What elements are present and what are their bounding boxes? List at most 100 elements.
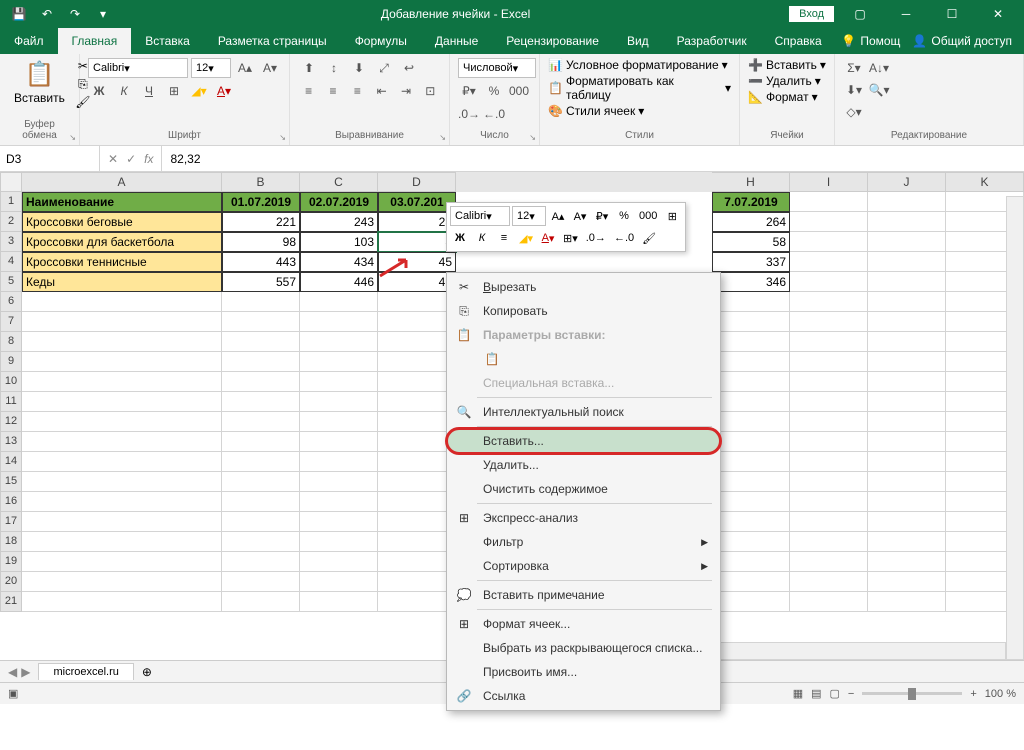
cell[interactable] — [712, 452, 790, 472]
number-format-select[interactable]: Числовой ▾ — [458, 58, 536, 78]
cell[interactable] — [790, 212, 868, 232]
row-header[interactable]: 13 — [0, 432, 22, 452]
cell[interactable] — [790, 572, 868, 592]
menu-comment[interactable]: 💭Вставить примечание — [447, 583, 720, 607]
sheet-prev-icon[interactable]: ◀ — [8, 665, 17, 679]
cell[interactable] — [868, 572, 946, 592]
cell[interactable] — [712, 352, 790, 372]
cell[interactable] — [22, 412, 222, 432]
cell[interactable] — [868, 392, 946, 412]
tab-file[interactable]: Файл — [0, 28, 58, 54]
cell[interactable] — [300, 472, 378, 492]
cell[interactable] — [222, 452, 300, 472]
cell[interactable]: Кеды — [22, 272, 222, 292]
border-icon[interactable]: ⊞ — [163, 81, 185, 101]
menu-delete[interactable]: Удалить... — [447, 453, 720, 477]
fx-icon[interactable]: fx — [144, 152, 153, 166]
cell[interactable] — [712, 332, 790, 352]
currency-icon[interactable]: ₽▾ — [458, 81, 480, 101]
grow-font-icon[interactable]: A▴ — [234, 58, 256, 78]
cell[interactable] — [378, 492, 456, 512]
find-icon[interactable]: 🔍▾ — [868, 80, 890, 100]
row-header[interactable]: 18 — [0, 532, 22, 552]
align-middle-icon[interactable]: ↕ — [323, 58, 345, 78]
orientation-icon[interactable]: ⤢ — [373, 58, 395, 78]
cell[interactable] — [790, 332, 868, 352]
cell[interactable] — [222, 332, 300, 352]
save-icon[interactable]: 💾 — [6, 2, 32, 26]
cell[interactable] — [300, 292, 378, 312]
cells-format-button[interactable]: 📐 Формат ▾ — [748, 90, 826, 104]
clear-icon[interactable]: ◇▾ — [843, 102, 865, 122]
mini-dec-decimal-icon[interactable]: ←.0 — [611, 228, 637, 248]
cell[interactable] — [868, 492, 946, 512]
cell[interactable]: 02.07.2019 — [300, 192, 378, 212]
alignment-launcher[interactable]: ↘ — [439, 133, 446, 142]
cell[interactable] — [300, 352, 378, 372]
cell[interactable]: 7.07.2019 — [712, 192, 790, 212]
cell[interactable] — [790, 372, 868, 392]
menu-define-name[interactable]: Присвоить имя... — [447, 660, 720, 684]
cell[interactable] — [712, 392, 790, 412]
cell[interactable] — [790, 432, 868, 452]
decrease-decimal-icon[interactable]: ←.0 — [483, 104, 505, 124]
autosum-icon[interactable]: Σ▾ — [843, 58, 865, 78]
cell[interactable] — [712, 312, 790, 332]
view-normal-icon[interactable]: ▦ — [793, 687, 803, 700]
font-launcher[interactable]: ↘ — [279, 133, 286, 142]
cell[interactable] — [868, 212, 946, 232]
col-header[interactable]: C — [300, 172, 378, 192]
cell[interactable] — [712, 292, 790, 312]
cell[interactable] — [712, 572, 790, 592]
menu-format-cells[interactable]: ⊞Формат ячеек... — [447, 612, 720, 636]
row-header[interactable]: 7 — [0, 312, 22, 332]
bold-icon[interactable]: Ж — [88, 81, 110, 101]
cell[interactable] — [868, 412, 946, 432]
cell[interactable] — [300, 552, 378, 572]
ribbon-display-icon[interactable]: ▢ — [840, 0, 880, 28]
cell[interactable] — [300, 372, 378, 392]
cell[interactable] — [378, 572, 456, 592]
cell[interactable] — [22, 432, 222, 452]
cell[interactable]: 23 — [378, 212, 456, 232]
cell[interactable] — [222, 412, 300, 432]
cell[interactable]: 01.07.2019 — [222, 192, 300, 212]
clipboard-launcher[interactable]: ↘ — [69, 133, 76, 142]
cell[interactable] — [300, 332, 378, 352]
row-header[interactable]: 14 — [0, 452, 22, 472]
tab-help[interactable]: Справка — [761, 28, 836, 54]
view-pagebreak-icon[interactable]: ▢ — [830, 687, 840, 700]
cell[interactable] — [222, 492, 300, 512]
cell[interactable] — [22, 372, 222, 392]
cell[interactable] — [300, 432, 378, 452]
cell[interactable] — [868, 552, 946, 572]
cell[interactable]: 103 — [300, 232, 378, 252]
cell[interactable] — [300, 492, 378, 512]
row-header[interactable]: 20 — [0, 572, 22, 592]
cell[interactable] — [222, 312, 300, 332]
mini-fontcolor-icon[interactable]: A▾ — [538, 228, 558, 248]
vertical-scrollbar[interactable] — [1006, 196, 1024, 660]
select-all-button[interactable] — [0, 172, 22, 192]
zoom-out-icon[interactable]: − — [848, 688, 854, 700]
cell[interactable] — [222, 372, 300, 392]
cell[interactable] — [712, 512, 790, 532]
cell[interactable] — [790, 472, 868, 492]
cell[interactable] — [790, 252, 868, 272]
login-button[interactable]: Вход — [789, 6, 834, 22]
mini-shrink-font-icon[interactable]: A▾ — [570, 206, 590, 226]
cell[interactable] — [222, 392, 300, 412]
cell[interactable] — [790, 292, 868, 312]
cell[interactable] — [790, 312, 868, 332]
enter-formula-icon[interactable]: ✓ — [126, 152, 136, 166]
cell[interactable] — [712, 532, 790, 552]
cell[interactable]: 434 — [300, 252, 378, 272]
cell[interactable] — [712, 472, 790, 492]
menu-insert[interactable]: Вставить... — [447, 429, 720, 453]
tab-review[interactable]: Рецензирование — [492, 28, 613, 54]
cell[interactable] — [300, 512, 378, 532]
menu-filter[interactable]: Фильтр▶ — [447, 530, 720, 554]
cell[interactable] — [790, 192, 868, 212]
cell[interactable] — [222, 292, 300, 312]
name-box[interactable]: D3 — [0, 146, 100, 171]
